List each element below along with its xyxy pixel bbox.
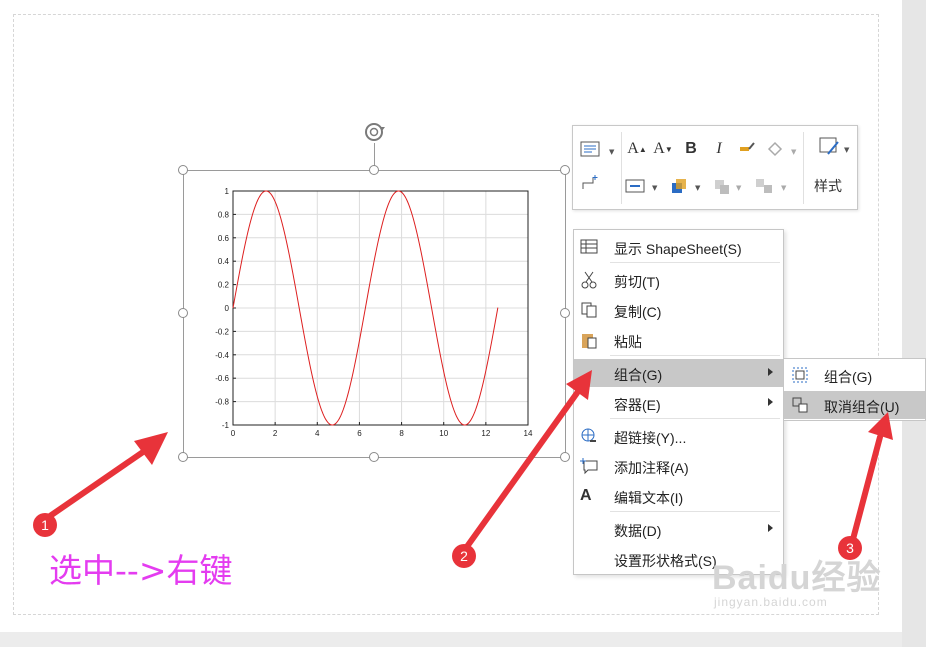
arrow-3: [849, 412, 893, 546]
watermark-url: jingyan.baidu.com: [714, 595, 828, 609]
watermark-text: Baidu经验: [712, 559, 882, 597]
annotation-text: 选中-->右键: [49, 551, 233, 590]
watermark: Baidu经验 jingyan.baidu.com: [712, 550, 882, 609]
arrow-1: [47, 432, 168, 519]
step-badge-1: 1: [33, 513, 57, 537]
arrow-2: [463, 370, 592, 551]
step-badge-2: 2: [452, 544, 476, 568]
visio-canvas: 0 2 4 6 8 10 12 14 1 0.8 0.6 0.4 0.2 0 -0.2 -0.4 -0.6 -0.…: [0, 0, 926, 647]
